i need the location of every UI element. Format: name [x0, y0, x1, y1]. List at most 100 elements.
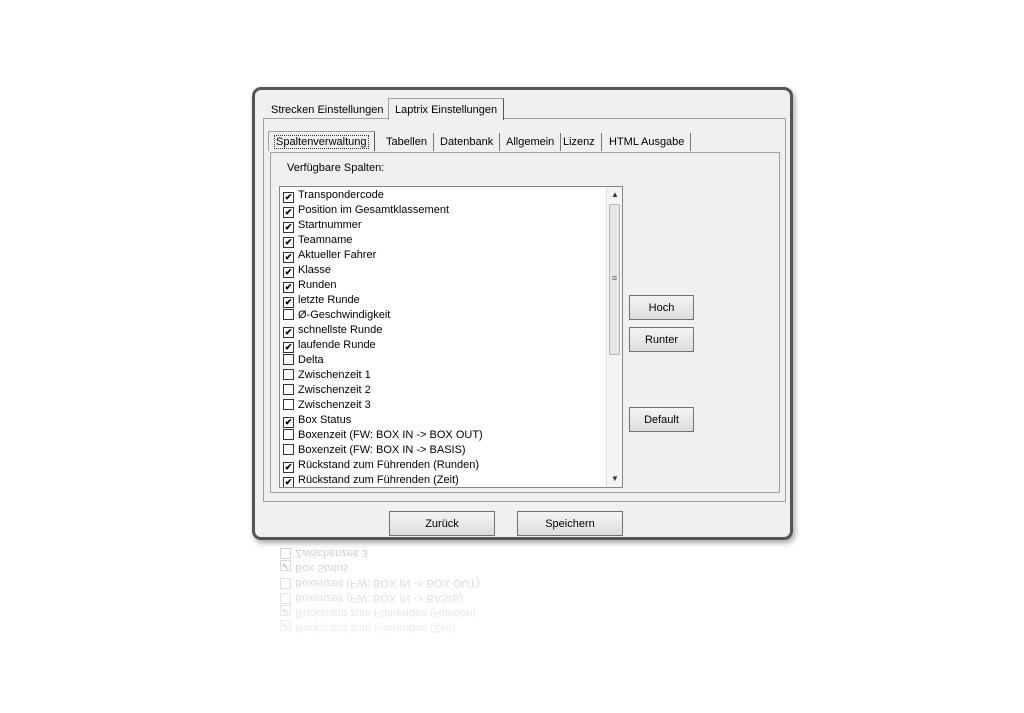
scrollbar-grip-icon: ≡ [611, 273, 618, 283]
save-button[interactable]: Speichern [517, 511, 623, 536]
list-item-label: Delta [298, 354, 324, 366]
checkmark-icon: ✔ [284, 207, 293, 217]
checkbox-unchecked[interactable] [283, 444, 294, 455]
checkbox-checked[interactable]: ✔ [283, 342, 294, 353]
list-item[interactable]: Delta [283, 353, 324, 368]
list-item[interactable]: Zwischenzeit 2 [283, 383, 371, 398]
checkmark-icon: ✔ [284, 192, 293, 202]
reflection-list-item: Boxenzeit (FW: BOX IN -> BASIS) [280, 590, 463, 605]
reflection-checkbox [280, 548, 291, 559]
checkbox-unchecked[interactable] [283, 399, 294, 410]
tab-laptrix-einstellungen[interactable]: Laptrix Einstellungen [388, 98, 505, 120]
list-item[interactable]: ✔ Teamname [283, 233, 352, 248]
tab-datenbank[interactable]: Datenbank [434, 133, 501, 151]
checkbox-checked[interactable]: ✔ [283, 267, 294, 278]
checkbox-checked[interactable]: ✔ [283, 222, 294, 233]
list-item[interactable]: Zwischenzeit 3 [283, 398, 371, 413]
list-item[interactable]: ✔ Klasse [283, 263, 331, 278]
scrollbar-thumb[interactable]: ≡ [609, 204, 620, 355]
reflection-item-label: Rückstand zum Führenden (Zeit) [295, 622, 456, 634]
reflection-checkbox: ✔ [280, 620, 291, 631]
list-item-label: Boxenzeit (FW: BOX IN -> BOX OUT) [298, 429, 483, 441]
checkmark-icon: ✔ [284, 327, 293, 337]
list-item-label: Rückstand zum Führenden (Runden) [298, 459, 479, 471]
list-item[interactable]: Zwischenzeit 1 [283, 368, 371, 383]
tab-tabellen[interactable]: Tabellen [380, 133, 434, 151]
list-item[interactable]: Ø-Geschwindigkeit [283, 308, 390, 323]
list-item[interactable]: ✔ Startnummer [283, 218, 362, 233]
list-item-label: Boxenzeit (FW: BOX IN -> BASIS) [298, 444, 466, 456]
list-item-label: Runden [298, 279, 337, 291]
tab-allgemein[interactable]: Allgemein [500, 133, 562, 151]
scroll-up-arrow-icon[interactable]: ▲ [607, 187, 622, 203]
checkbox-checked[interactable]: ✔ [283, 327, 294, 338]
checkbox-checked[interactable]: ✔ [283, 252, 294, 263]
checkbox-checked[interactable]: ✔ [283, 192, 294, 203]
list-item-label: schnellste Runde [298, 324, 383, 336]
list-item[interactable]: ✔ Rückstand zum Führenden (Runden) [283, 458, 479, 473]
checkmark-icon: ✔ [284, 267, 293, 277]
list-item-label: Klasse [298, 264, 332, 276]
list-item-label: Startnummer [298, 219, 362, 231]
list-item[interactable]: ✔ Position im Gesamtklassement [283, 203, 449, 218]
list-item[interactable]: ✔ schnellste Runde [283, 323, 382, 338]
list-item[interactable]: ✔ laufende Runde [283, 338, 376, 353]
reflection-item-label: Boxenzeit (FW: BOX IN -> BOX OUT) [295, 577, 480, 589]
checkbox-checked[interactable]: ✔ [283, 282, 294, 293]
checkbox-checked[interactable]: ✔ [283, 462, 294, 473]
list-item-label: laufende Runde [298, 339, 376, 351]
checkbox-checked[interactable]: ✔ [283, 417, 294, 428]
list-item[interactable]: ✔ Box Status [283, 413, 351, 428]
scroll-down-arrow-icon[interactable]: ▼ [607, 471, 622, 487]
up-button[interactable]: Hoch [629, 295, 694, 320]
settings-dialog: Strecken Einstellungen Laptrix Einstellu… [252, 87, 793, 540]
list-item[interactable]: ✔ Rückstand zum Führenden (Zeit) [283, 473, 459, 487]
reflection-checkbox [280, 593, 291, 604]
checkmark-icon: ✔ [284, 252, 293, 262]
reflection-list-item: Boxenzeit (FW: BOX IN -> BOX OUT) [280, 575, 480, 590]
list-item-label: Zwischenzeit 1 [298, 369, 371, 381]
list-item-label: Teamname [298, 234, 353, 246]
down-button[interactable]: Runter [629, 327, 694, 352]
available-columns-label: Verfügbare Spalten: [287, 162, 385, 174]
reflection-checkbox: ✔ [280, 605, 291, 616]
checkbox-unchecked[interactable] [283, 384, 294, 395]
checkbox-unchecked[interactable] [283, 354, 294, 365]
tab-html-ausgabe[interactable]: HTML Ausgabe [603, 133, 692, 151]
checkbox-checked[interactable]: ✔ [283, 477, 294, 487]
list-item[interactable]: ✔ Aktueller Fahrer [283, 248, 376, 263]
tab-spaltenverwaltung[interactable]: Spaltenverwaltung [268, 131, 375, 151]
list-item[interactable]: ✔ Runden [283, 278, 337, 293]
tab-strecken-einstellungen[interactable]: Strecken Einstellungen [265, 100, 390, 120]
list-item-label: Zwischenzeit 3 [298, 399, 371, 411]
back-button[interactable]: Zurück [389, 511, 495, 536]
reflection-checkbox [280, 578, 291, 589]
columns-listbox[interactable]: ✔ Transpondercode ✔ Position im Gesamtklass… [279, 186, 623, 488]
checkmark-icon: ✔ [284, 462, 293, 472]
list-item[interactable]: ✔ letzte Runde [283, 293, 360, 308]
checkbox-unchecked[interactable] [283, 429, 294, 440]
list-item-label: Box Status [298, 414, 352, 426]
checkbox-unchecked[interactable] [283, 309, 294, 320]
default-button[interactable]: Default [629, 407, 694, 432]
list-item-label: Position im Gesamtklassement [298, 204, 449, 216]
list-item[interactable]: Boxenzeit (FW: BOX IN -> BASIS) [283, 443, 466, 458]
list-item-label: letzte Runde [298, 294, 360, 306]
checkmark-icon: ✔ [284, 342, 293, 352]
reflection-item-label: Box Status [295, 562, 349, 574]
list-item-label: Rückstand zum Führenden (Zeit) [298, 474, 459, 486]
checkmark-icon: ✔ [284, 417, 293, 427]
reflection-list-item: ✔ Rückstand zum Führenden (Zeit) [280, 620, 456, 635]
reflection-list-item: Zwischenzeit 3 [280, 545, 368, 560]
vertical-scrollbar[interactable]: ▲ ≡ ▼ [606, 187, 622, 487]
list-item[interactable]: Boxenzeit (FW: BOX IN -> BOX OUT) [283, 428, 483, 443]
checkmark-icon: ✔ [284, 237, 293, 247]
list-item[interactable]: ✔ Transpondercode [283, 188, 384, 203]
reflection-content: ✔ Rückstand zum Führenden (Zeit) ✔ Rückstan… [252, 545, 793, 675]
reflection-item-label: Zwischenzeit 3 [295, 547, 368, 559]
checkbox-checked[interactable]: ✔ [283, 237, 294, 248]
checkbox-checked[interactable]: ✔ [283, 207, 294, 218]
tab-lizenz[interactable]: Lizenz [557, 133, 602, 151]
checkbox-unchecked[interactable] [283, 369, 294, 380]
checkbox-checked[interactable]: ✔ [283, 297, 294, 308]
